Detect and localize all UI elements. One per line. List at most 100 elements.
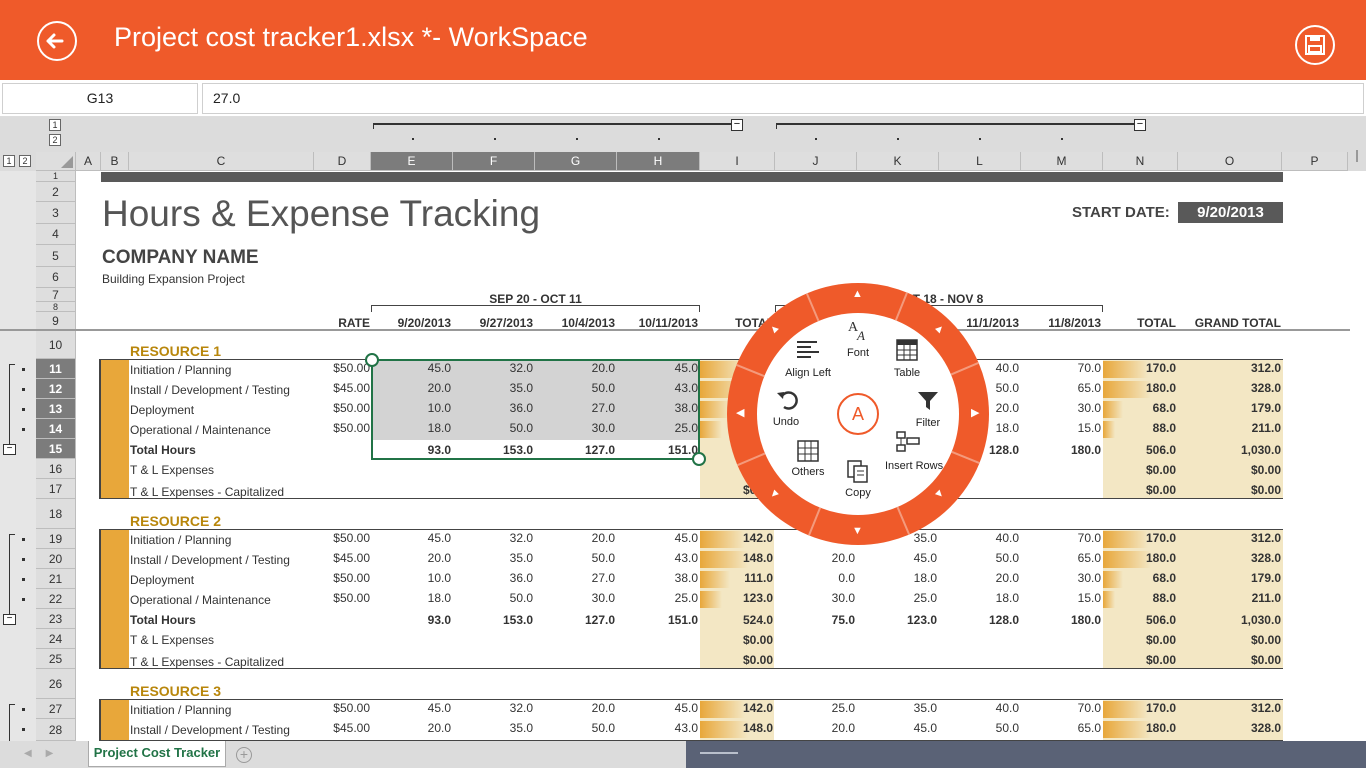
row-header-28[interactable]: 28 [36, 719, 76, 741]
back-button[interactable] [37, 21, 77, 61]
grand-total-cell[interactable]: 1,030.0 [1178, 613, 1281, 627]
hours-cell[interactable]: 25.0 [617, 591, 698, 605]
total-hours-cell[interactable]: 127.0 [535, 613, 615, 627]
column-header-e[interactable]: E [371, 152, 453, 171]
hours-cell[interactable]: 18.0 [857, 571, 937, 585]
rate-cell[interactable]: $50.00 [300, 701, 370, 715]
hours-cell[interactable]: 65.0 [1021, 551, 1101, 565]
expense-cell[interactable]: $0.00 [700, 633, 773, 647]
column-header-d[interactable]: D [314, 152, 371, 171]
row-header-13[interactable]: 13 [36, 399, 76, 419]
radial-arrow-nw[interactable]: ▲ [766, 321, 782, 337]
column-header-k[interactable]: K [857, 152, 939, 171]
save-button[interactable] [1295, 25, 1335, 65]
selection-handle-start[interactable] [365, 353, 379, 367]
sheet-tab-project-cost-tracker[interactable]: Project Cost Tracker [88, 741, 226, 767]
grand-total-cell[interactable]: 328.0 [1178, 551, 1281, 565]
radial-menu[interactable]: ▲ ▼ ◀ ▶ ▲ ▲ ▲ ▲ AA Font Table Align Left… [727, 283, 989, 545]
task-label[interactable]: Initiation / Planning [130, 703, 231, 717]
hours-cell[interactable]: 20.0 [775, 551, 855, 565]
expense-cell[interactable]: $0.00 [1103, 483, 1176, 497]
rate-cell[interactable]: $45.00 [300, 721, 370, 735]
column-header-o[interactable]: O [1178, 152, 1282, 171]
total-cell[interactable]: 506.0 [1103, 613, 1176, 627]
task-label[interactable]: Deployment [130, 403, 194, 417]
column-header-p[interactable]: P [1282, 152, 1348, 171]
hours-cell[interactable]: 45.0 [371, 701, 451, 715]
formula-input[interactable]: 27.0 [202, 83, 1364, 114]
row-header-2[interactable]: 2 [36, 182, 76, 202]
hours-cell[interactable]: 43.0 [617, 551, 698, 565]
row-header-11[interactable]: 11 [36, 359, 76, 379]
column-header-c[interactable]: C [129, 152, 314, 171]
horizontal-scrollbar[interactable] [686, 741, 1366, 768]
grand-total-cell[interactable]: 179.0 [1178, 571, 1281, 585]
hours-cell[interactable]: 65.0 [1021, 381, 1101, 395]
total-cell[interactable]: 123.0 [700, 591, 773, 605]
row-header-23[interactable]: 23 [36, 609, 76, 629]
hours-cell[interactable]: 70.0 [1021, 361, 1101, 375]
radial-item-others[interactable]: Others [788, 466, 828, 478]
rate-cell[interactable]: $50.00 [300, 531, 370, 545]
hours-cell[interactable]: 18.0 [371, 591, 451, 605]
hours-cell[interactable]: 20.0 [775, 721, 855, 735]
radial-arrow-ne[interactable]: ▲ [931, 321, 947, 337]
row-header-19[interactable]: 19 [36, 529, 76, 549]
hours-cell[interactable]: 45.0 [857, 551, 937, 565]
row-header-14[interactable]: 14 [36, 419, 76, 439]
hours-cell[interactable]: 18.0 [939, 591, 1019, 605]
grand-total-cell[interactable]: 211.0 [1178, 421, 1281, 435]
row-header-5[interactable]: 5 [36, 245, 76, 267]
radial-arrow-up[interactable]: ▲ [852, 288, 863, 300]
total-cell[interactable]: 142.0 [700, 701, 773, 715]
row-header-27[interactable]: 27 [36, 699, 76, 719]
total-cell[interactable]: 524.0 [700, 613, 773, 627]
hours-cell[interactable]: 32.0 [453, 531, 533, 545]
expense-cell[interactable]: $0.00 [1178, 483, 1281, 497]
task-label[interactable]: Operational / Maintenance [130, 423, 271, 437]
row-header-17[interactable]: 17 [36, 479, 76, 499]
hours-cell[interactable]: 50.0 [939, 721, 1019, 735]
grand-total-cell[interactable]: 312.0 [1178, 531, 1281, 545]
col-collapse-button-2[interactable]: − [1134, 119, 1146, 131]
hours-cell[interactable]: 32.0 [453, 701, 533, 715]
col-outline-level-2[interactable]: 2 [49, 134, 61, 146]
hours-cell[interactable]: 27.0 [535, 571, 615, 585]
hours-cell[interactable]: 70.0 [1021, 701, 1101, 715]
expense-cell[interactable]: $0.00 [1103, 633, 1176, 647]
total-cell[interactable]: 88.0 [1103, 421, 1176, 435]
expense-cell[interactable]: $0.00 [1178, 633, 1281, 647]
row-header-6[interactable]: 6 [36, 267, 76, 288]
column-header-i[interactable]: I [700, 152, 775, 171]
task-label[interactable]: Install / Development / Testing [130, 723, 290, 737]
rate-cell[interactable]: $45.00 [300, 381, 370, 395]
row-header-24[interactable]: 24 [36, 629, 76, 649]
grand-total-cell[interactable]: 328.0 [1178, 721, 1281, 735]
hours-cell[interactable]: 65.0 [1021, 721, 1101, 735]
hours-cell[interactable]: 10.0 [371, 571, 451, 585]
radial-item-undo[interactable]: Undo [771, 416, 801, 428]
selection-range[interactable] [371, 359, 700, 460]
row-header-8[interactable]: 8 [36, 302, 76, 312]
task-label[interactable]: Install / Development / Testing [130, 383, 290, 397]
hours-cell[interactable]: 45.0 [617, 531, 698, 545]
add-sheet-icon[interactable]: + [236, 747, 252, 763]
hours-cell[interactable]: 35.0 [453, 721, 533, 735]
hours-cell[interactable]: 45.0 [617, 701, 698, 715]
hours-cell[interactable]: 15.0 [1021, 591, 1101, 605]
hours-cell[interactable]: 25.0 [775, 701, 855, 715]
hours-cell[interactable]: 30.0 [775, 591, 855, 605]
row-header-21[interactable]: 21 [36, 569, 76, 589]
grand-total-cell[interactable]: 312.0 [1178, 701, 1281, 715]
row-header-25[interactable]: 25 [36, 649, 76, 669]
name-box[interactable]: G13 [2, 83, 198, 114]
row-outline-level-2[interactable]: 2 [19, 155, 31, 167]
hours-cell[interactable]: 20.0 [371, 551, 451, 565]
column-header-h[interactable]: H [617, 152, 700, 171]
scrollbar-thumb[interactable] [700, 752, 738, 754]
hours-cell[interactable]: 40.0 [939, 531, 1019, 545]
hours-cell[interactable]: 43.0 [617, 721, 698, 735]
row-header-18[interactable]: 18 [36, 499, 76, 529]
hours-cell[interactable]: 20.0 [535, 531, 615, 545]
column-header-a[interactable]: A [76, 152, 101, 171]
